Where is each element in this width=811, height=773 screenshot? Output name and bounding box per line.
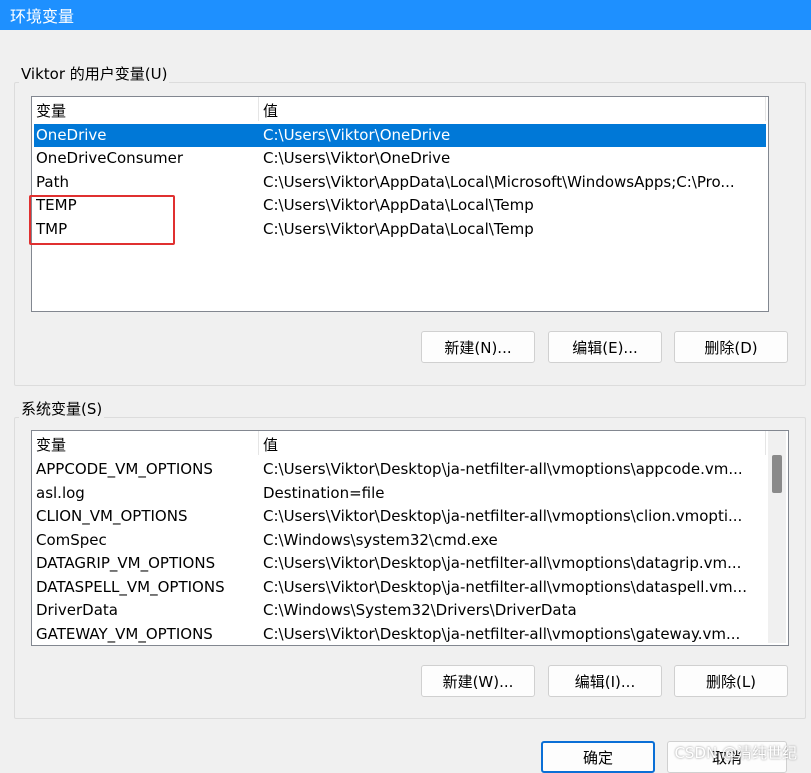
system-vars-header: 变量 值 (32, 431, 788, 455)
system-edit-button[interactable]: 编辑(I)... (548, 665, 662, 697)
window-title: 环境变量 (10, 7, 75, 26)
scrollbar-thumb[interactable] (772, 455, 782, 493)
highlight-annotation (29, 195, 175, 245)
table-row[interactable]: APPCODE_VM_OPTIONS C:\Users\Viktor\Deskt… (34, 458, 766, 481)
column-header-value[interactable]: 值 (263, 100, 278, 121)
column-header-name[interactable]: 变量 (36, 100, 66, 121)
table-row[interactable]: DATASPELL_VM_OPTIONS C:\Users\Viktor\Des… (34, 576, 766, 599)
system-new-button[interactable]: 新建(W)... (421, 665, 535, 697)
table-row[interactable]: OneDriveConsumer C:\Users\Viktor\OneDriv… (34, 147, 766, 170)
table-row[interactable]: CLION_VM_OPTIONS C:\Users\Viktor\Desktop… (34, 505, 766, 528)
vertical-scrollbar[interactable] (768, 431, 786, 643)
system-vars-label: 系统变量(S) (19, 398, 105, 419)
column-divider[interactable] (258, 97, 259, 121)
table-row[interactable]: asl.log Destination=file (34, 482, 766, 505)
user-new-button[interactable]: 新建(N)... (421, 331, 535, 363)
table-row[interactable]: OneDrive C:\Users\Viktor\OneDrive (34, 124, 766, 147)
user-vars-label: Viktor 的用户变量(U) (19, 63, 170, 84)
table-row[interactable]: GATEWAY_VM_OPTIONS C:\Users\Viktor\Deskt… (34, 623, 766, 645)
table-row[interactable]: Path C:\Users\Viktor\AppData\Local\Micro… (34, 171, 766, 194)
watermark: CSDN @清纯世纪 (674, 744, 797, 762)
column-header-name[interactable]: 变量 (36, 434, 66, 455)
user-delete-button[interactable]: 删除(D) (674, 331, 788, 363)
system-vars-list[interactable]: 变量 值 APPCODE_VM_OPTIONS C:\Users\Viktor\… (31, 430, 789, 646)
user-edit-button[interactable]: 编辑(E)... (548, 331, 662, 363)
table-row[interactable]: DATAGRIP_VM_OPTIONS C:\Users\Viktor\Desk… (34, 552, 766, 575)
column-header-value[interactable]: 值 (263, 434, 278, 455)
column-divider[interactable] (765, 431, 766, 455)
title-bar: 环境变量 (0, 0, 811, 30)
table-row[interactable]: DriverData C:\Windows\System32\Drivers\D… (34, 599, 766, 622)
ok-button[interactable]: 确定 (541, 741, 655, 773)
system-delete-button[interactable]: 删除(L) (674, 665, 788, 697)
column-divider[interactable] (258, 431, 259, 455)
table-row[interactable]: ComSpec C:\Windows\system32\cmd.exe (34, 529, 766, 552)
column-divider[interactable] (765, 97, 766, 121)
user-vars-header: 变量 值 (32, 97, 768, 121)
